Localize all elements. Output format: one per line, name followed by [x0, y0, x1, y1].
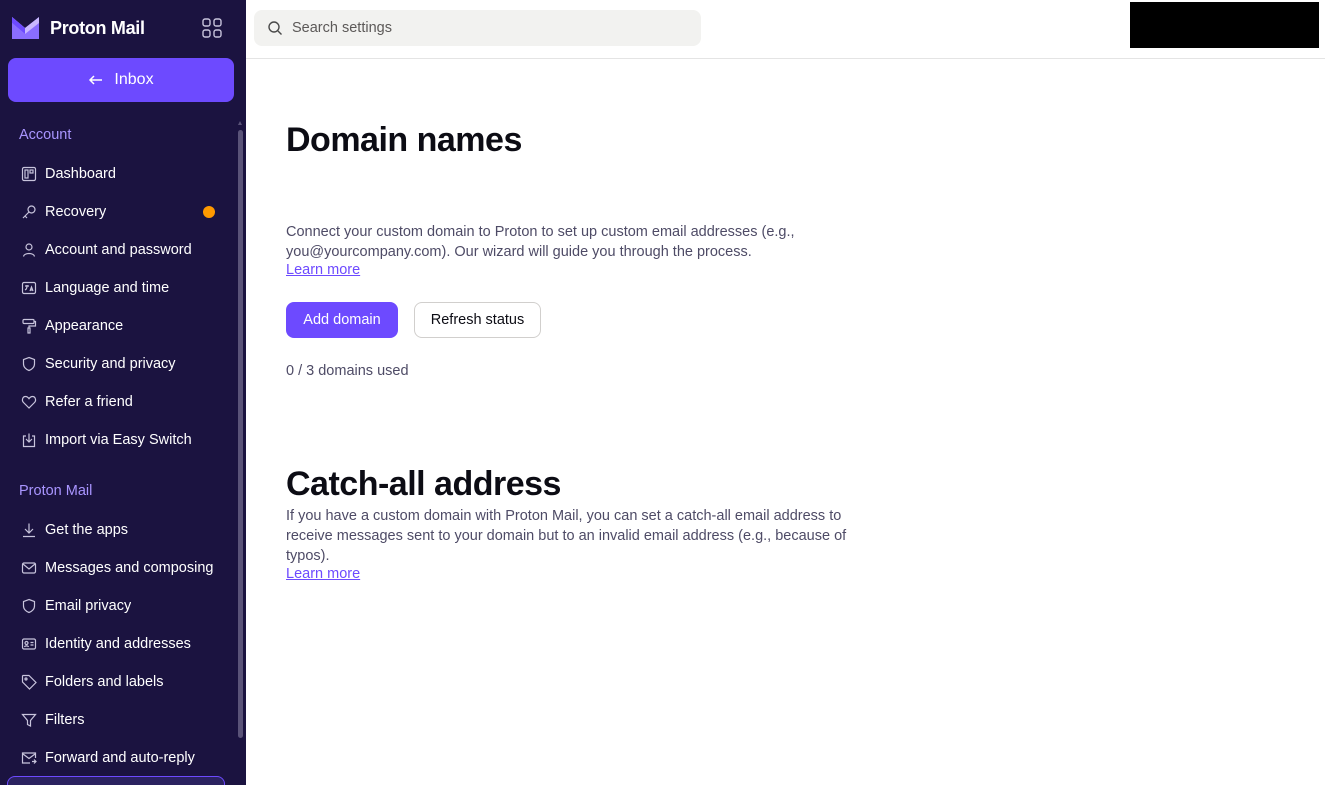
sidebar-item-get-the-apps[interactable]: Get the apps: [8, 512, 234, 548]
refresh-status-button[interactable]: Refresh status: [414, 302, 541, 338]
sidebar-item-label: Recovery: [45, 204, 107, 220]
sidebar-item-label: Dashboard: [45, 166, 116, 182]
app-switcher-icon[interactable]: [200, 16, 224, 40]
settings-content: Domain names Connect your custom domain …: [246, 59, 1325, 785]
section-title-proton-mail: Proton Mail: [19, 483, 93, 499]
catch-all-title: Catch-all address: [286, 465, 561, 503]
language-icon: [21, 281, 37, 295]
sidebar-item-label: Language and time: [45, 280, 170, 296]
sidebar-item-label: Messages and composing: [45, 560, 214, 576]
arrow-left-icon: [89, 75, 103, 85]
sidebar-item-folders-and-labels[interactable]: Folders and labels: [8, 664, 234, 700]
filter-icon: [21, 713, 37, 727]
sidebar-item-label: Security and privacy: [45, 356, 176, 372]
user-icon: [22, 243, 36, 257]
sidebar-item-messages-and-composing[interactable]: Messages and composing: [8, 550, 234, 586]
sidebar: Proton Mail Inbox Account Dashboard Reco…: [0, 0, 246, 785]
sidebar-item-label: Email privacy: [45, 598, 132, 614]
sidebar-item-forward-and-auto-reply[interactable]: Forward and auto-reply: [8, 740, 234, 776]
sidebar-item-account-and-password[interactable]: Account and password: [8, 232, 234, 268]
dashboard-icon: [21, 166, 37, 182]
envelope-icon: [21, 562, 37, 574]
sidebar-item-label: Appearance: [45, 318, 124, 334]
brand-name: Proton Mail: [50, 17, 145, 38]
sidebar-item-label: Forward and auto-reply: [45, 750, 195, 766]
sidebar-item-appearance[interactable]: Appearance: [8, 308, 234, 344]
top-bar: [246, 0, 1325, 59]
sidebar-item-recovery[interactable]: Recovery: [8, 194, 234, 230]
sidebar-item-import-via-easy-switch[interactable]: Import via Easy Switch: [8, 422, 234, 458]
sidebar-item-label: Filters: [45, 712, 85, 728]
sidebar-item-active-partial[interactable]: [7, 776, 225, 785]
heart-icon: [21, 395, 37, 409]
sidebar-item-language-and-time[interactable]: Language and time: [8, 270, 234, 306]
sidebar-item-label: Folders and labels: [45, 674, 164, 690]
sidebar-item-label: Refer a friend: [45, 394, 133, 410]
download-icon: [23, 523, 35, 538]
sidebar-item-dashboard[interactable]: Dashboard: [8, 156, 234, 192]
add-domain-button[interactable]: Add domain: [286, 302, 398, 338]
forward-envelope-icon: [21, 752, 37, 764]
sidebar-item-identity-and-addresses[interactable]: Identity and addresses: [8, 626, 234, 662]
warning-dot: [203, 206, 215, 218]
proton-mail-logo-icon: [12, 17, 39, 39]
brand[interactable]: Proton Mail: [11, 15, 145, 41]
back-to-inbox-button[interactable]: Inbox: [8, 58, 234, 102]
section-title-account: Account: [19, 127, 72, 143]
sidebar-item-label: Get the apps: [45, 522, 129, 538]
import-icon: [22, 433, 36, 448]
sidebar-item-label: Import via Easy Switch: [45, 432, 192, 448]
shield-icon: [22, 356, 36, 372]
sidebar-item-label: Identity and addresses: [45, 636, 191, 652]
sidebar-item-email-privacy[interactable]: Email privacy: [8, 588, 234, 624]
paint-roller-icon: [22, 318, 37, 334]
sidebar-scrollbar-thumb[interactable]: [238, 130, 243, 738]
catch-all-description: If you have a custom domain with Proton …: [286, 508, 847, 564]
sidebar-item-refer-a-friend[interactable]: Refer a friend: [8, 384, 234, 420]
domains-usage: 0 / 3 domains used: [286, 363, 409, 379]
search-icon: [268, 21, 282, 35]
sidebar-item-filters[interactable]: Filters: [8, 702, 234, 738]
key-icon: [22, 205, 36, 219]
sidebar-item-label: Account and password: [45, 242, 192, 258]
inbox-button-label: Inbox: [114, 71, 154, 88]
catch-all-learn-more-link[interactable]: Learn more: [286, 566, 360, 582]
search-input[interactable]: [292, 20, 682, 36]
search-bar[interactable]: [254, 10, 701, 46]
redacted-user-area: [1130, 2, 1319, 48]
id-card-icon: [21, 638, 37, 650]
shield-icon: [22, 598, 36, 614]
domains-description: Connect your custom domain to Proton to …: [286, 224, 795, 260]
sidebar-item-security-and-privacy[interactable]: Security and privacy: [8, 346, 234, 382]
page-title: Domain names: [286, 121, 522, 159]
domains-learn-more-link[interactable]: Learn more: [286, 262, 360, 278]
tag-icon: [21, 674, 37, 690]
